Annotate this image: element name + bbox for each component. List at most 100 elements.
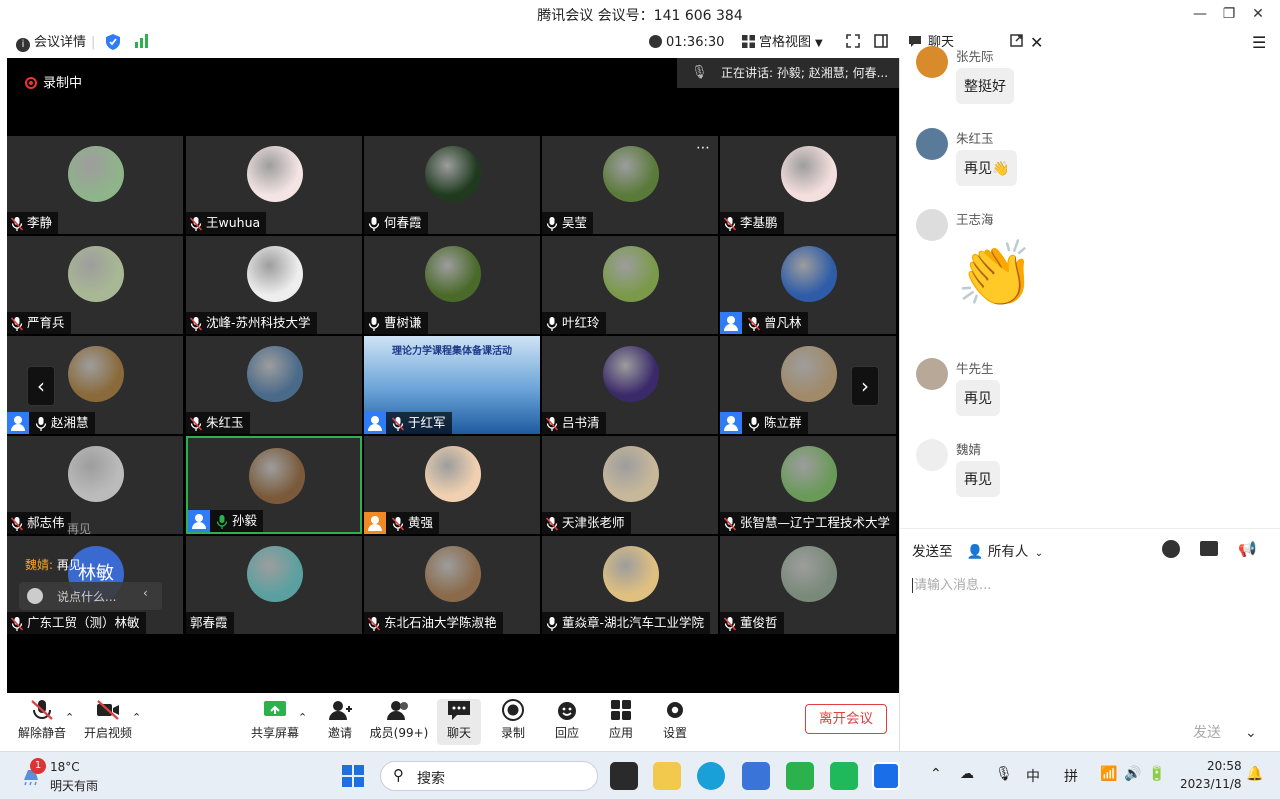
chat-button[interactable]: 聊天 (437, 699, 481, 745)
folder-icon[interactable] (1200, 541, 1218, 556)
host-badge-icon (364, 512, 386, 534)
layout-icon[interactable] (874, 34, 888, 52)
participant-tile[interactable]: 曾凡林 (720, 236, 896, 334)
send-button[interactable]: 发送 ⌄ (1193, 722, 1257, 742)
participant-tile[interactable]: 李静 (7, 136, 183, 234)
store-icon[interactable] (742, 762, 770, 790)
more-options-icon[interactable]: ⋯ (696, 140, 710, 156)
unmute-button[interactable]: 解除静音 (12, 699, 72, 741)
chevron-down-icon[interactable]: ⌄ (1245, 725, 1257, 741)
next-page-button[interactable]: › (851, 366, 879, 406)
clock-time[interactable]: 20:58 (1207, 759, 1242, 773)
minimize-button[interactable]: — (1190, 4, 1210, 24)
participant-tile[interactable]: 叶红玲 (542, 236, 718, 334)
start-video-button[interactable]: 开启视频 (78, 699, 138, 741)
clock-date[interactable]: 2023/11/8 (1180, 777, 1242, 791)
participant-tile[interactable]: 沈峰-苏州科技大学 (186, 236, 362, 334)
members-button[interactable]: 成员(99+) (369, 699, 429, 741)
collapse-icon[interactable]: ‹ (143, 586, 148, 600)
maximize-button[interactable]: ❐ (1219, 4, 1239, 24)
window-title: 腾讯会议 会议号：141 606 384 (537, 8, 743, 24)
avatar (603, 446, 659, 502)
notification-bell-icon[interactable]: 🔔 (1246, 766, 1263, 782)
avatar[interactable] (916, 209, 948, 241)
fullscreen-icon[interactable] (846, 34, 860, 52)
apps-button[interactable]: 应用 (591, 699, 651, 741)
participant-tile[interactable]: 孙毅 (186, 436, 362, 534)
menu-icon[interactable]: ☰ (1252, 34, 1266, 52)
battery-icon[interactable]: 🔋 (1148, 766, 1165, 782)
participant-tile[interactable]: 王wuhua (186, 136, 362, 234)
participant-tile[interactable]: 何春霞 (364, 136, 540, 234)
emoji-icon[interactable] (27, 588, 43, 604)
popout-icon[interactable] (1010, 34, 1023, 52)
avatar[interactable] (916, 46, 948, 78)
tencent-meeting-icon[interactable] (872, 762, 900, 790)
windows-start-icon[interactable] (342, 765, 364, 791)
edge-icon[interactable] (697, 762, 725, 790)
cloud-icon[interactable]: ☁ (960, 766, 974, 782)
participant-tile[interactable]: 张智慧—辽宁工程技术大学 (720, 436, 896, 534)
volume-icon[interactable]: 🔊 (1124, 766, 1141, 782)
view-mode-button[interactable]: 宫格视图 ▼ (742, 34, 823, 52)
chevron-up-icon[interactable]: ⌃ (65, 711, 74, 724)
participant-tile[interactable]: 吕书清 (542, 336, 718, 434)
chevron-up-icon[interactable]: ⌃ (298, 711, 307, 724)
meeting-controls: 解除静音 ⌃ 开启视频 ⌃ 共享屏幕 ⌃ 邀请 成员(99+) 聊天 录制 回应… (0, 693, 899, 751)
participant-name: 赵湘慧 (51, 415, 89, 430)
file-explorer-icon[interactable] (653, 762, 681, 790)
ime-mode[interactable]: 拼 (1064, 766, 1078, 786)
chat-input[interactable]: 请输入消息... (912, 574, 1267, 598)
participant-tile[interactable]: 天津张老师 (542, 436, 718, 534)
weather-icon[interactable]: 1 (20, 758, 46, 786)
participant-tile[interactable]: 李基鹏 (720, 136, 896, 234)
taskbar-search[interactable]: ⚲ 搜索 (380, 761, 598, 791)
megaphone-icon[interactable]: 📢 (1238, 540, 1257, 558)
record-dot-icon (25, 77, 37, 89)
wechat-work-icon[interactable] (786, 762, 814, 790)
prev-page-button[interactable]: ‹ (27, 366, 55, 406)
ime-language[interactable]: 中 (1026, 766, 1040, 786)
chevron-up-icon[interactable]: ⌃ (930, 766, 942, 782)
invite-button[interactable]: 邀请 (310, 699, 370, 741)
members-icon (387, 701, 408, 720)
avatar[interactable] (916, 358, 948, 390)
meeting-details-button[interactable]: i 会议详情 (16, 34, 86, 52)
chevron-up-icon[interactable]: ⌃ (132, 711, 141, 724)
participant-tile[interactable]: 黄强 (364, 436, 540, 534)
participant-tile[interactable]: 严育兵 (7, 236, 183, 334)
avatar[interactable] (916, 128, 948, 160)
participant-tile[interactable]: 吴莹 ⋯ (542, 136, 718, 234)
chat-bubble: 再见 (956, 461, 1000, 497)
signal-icon[interactable] (134, 34, 150, 52)
recipient-select[interactable]: 👤 所有人 ⌄ (967, 544, 1043, 560)
share-screen-button[interactable]: 共享屏幕 (245, 699, 305, 741)
wechat-icon[interactable] (830, 762, 858, 790)
close-chat-icon[interactable]: ✕ (1030, 34, 1043, 52)
shield-icon[interactable] (106, 34, 120, 52)
avatar[interactable] (916, 439, 948, 471)
settings-button[interactable]: 设置 (645, 699, 705, 741)
leave-meeting-button[interactable]: 离开会议 (805, 704, 887, 734)
emoji-icon[interactable] (1162, 540, 1180, 558)
participant-tile[interactable]: 董焱章-湖北汽车工业学院 (542, 536, 718, 634)
participant-tile[interactable]: 郭春霞 (186, 536, 362, 634)
mic-muted-icon (10, 316, 24, 331)
participant-nametag: 李基鹏 (720, 212, 784, 234)
wifi-icon[interactable]: 📶 (1100, 766, 1117, 782)
participant-tile[interactable]: 理论力学课程集体备课活动 于红军 (364, 336, 540, 434)
participant-tile[interactable]: 朱红玉 (186, 336, 362, 434)
participant-tile[interactable]: 郝志伟 (7, 436, 183, 534)
participant-nametag: 黄强 (364, 512, 440, 534)
microphone-icon[interactable]: 🎙 (995, 766, 1013, 782)
record-icon (502, 699, 524, 721)
react-button[interactable]: 回应 (537, 699, 597, 741)
participant-tile[interactable]: 董俊哲 (720, 536, 896, 634)
task-view-icon[interactable] (610, 762, 638, 790)
overlay-chat-input[interactable]: 说点什么... ‹ (19, 582, 162, 610)
mic-muted-icon (391, 416, 405, 431)
participant-tile[interactable]: 曹树谦 (364, 236, 540, 334)
close-button[interactable]: ✕ (1248, 4, 1268, 24)
record-button[interactable]: 录制 (483, 699, 543, 741)
participant-tile[interactable]: 东北石油大学陈淑艳 (364, 536, 540, 634)
